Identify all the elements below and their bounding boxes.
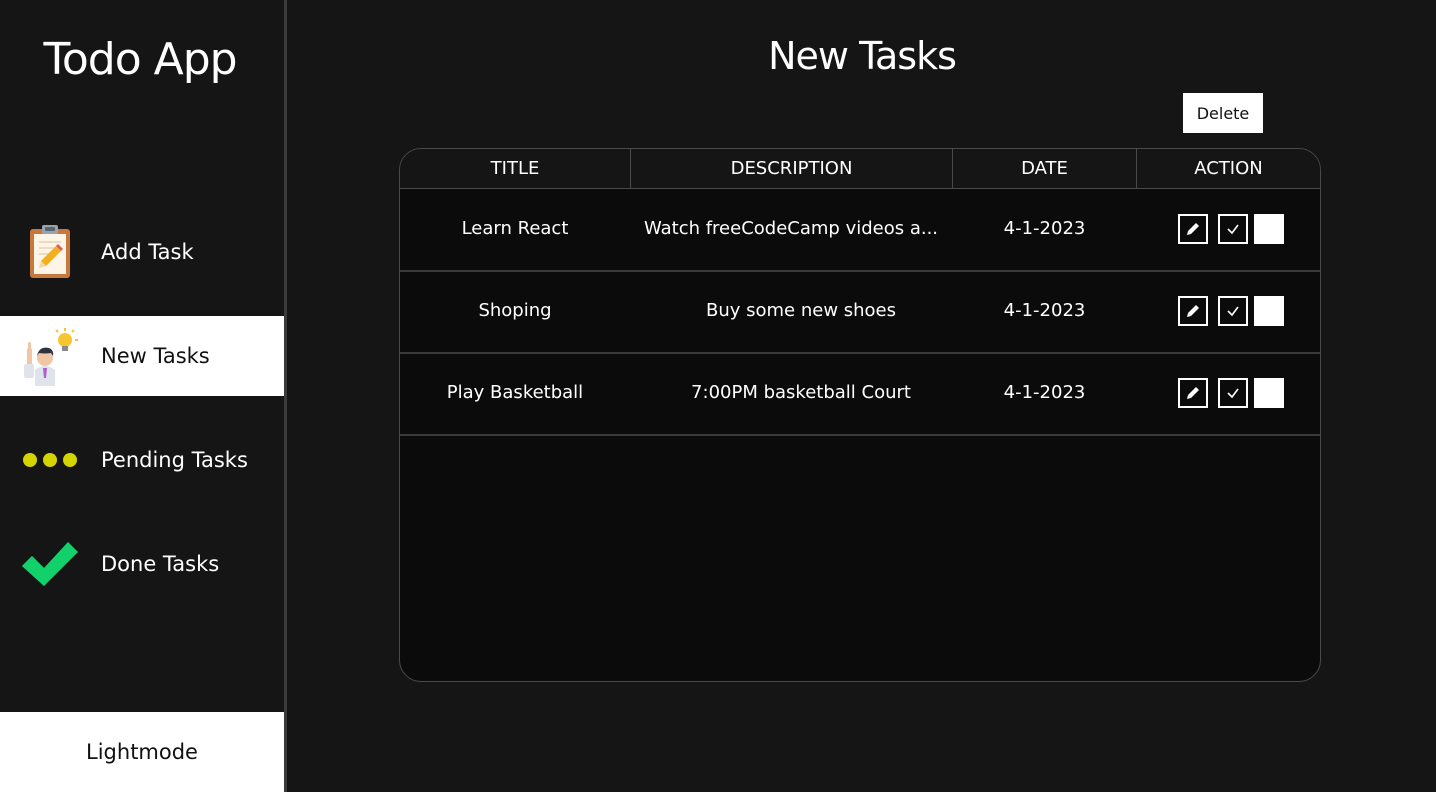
sidebar: Todo App Add Task New Tasks Pending Task… (0, 0, 287, 792)
task-description: Watch freeCodeCamp videos a... (643, 218, 939, 239)
task-date: 4-1-2023 (1003, 382, 1086, 403)
app-root: Todo App Add Task New Tasks Pending Task… (0, 0, 1436, 792)
idea-person-icon (20, 326, 80, 386)
complete-task-button[interactable] (1218, 214, 1248, 244)
edit-task-button[interactable] (1178, 378, 1208, 408)
column-header-date: DATE (1021, 158, 1068, 179)
three-dots-icon (20, 430, 80, 490)
task-title: Shoping (478, 300, 552, 321)
clipboard-pencil-icon (20, 222, 80, 282)
pencil-icon (1187, 305, 1199, 317)
task-date: 4-1-2023 (1003, 218, 1086, 239)
sidebar-item-label: New Tasks (101, 344, 210, 368)
select-task-checkbox[interactable] (1254, 296, 1284, 326)
table-header: TITLE DESCRIPTION DATE ACTION (400, 149, 1320, 189)
table-row: Shoping Buy some new shoes 4-1-2023 (400, 271, 1320, 354)
app-title: Todo App (43, 34, 237, 85)
check-icon (1227, 224, 1239, 235)
tasks-table: TITLE DESCRIPTION DATE ACTION Learn Reac… (399, 148, 1321, 682)
sidebar-item-label: Pending Tasks (101, 448, 248, 472)
edit-task-button[interactable] (1178, 296, 1208, 326)
check-icon (1227, 388, 1239, 399)
table-row: Learn React Watch freeCodeCamp videos a.… (400, 189, 1320, 272)
sidebar-item-pending-tasks[interactable]: Pending Tasks (0, 420, 284, 500)
task-date: 4-1-2023 (1003, 300, 1086, 321)
column-header-description: DESCRIPTION (730, 158, 853, 179)
row-actions (1178, 378, 1284, 408)
row-actions (1178, 214, 1284, 244)
pencil-icon (1187, 223, 1199, 235)
sidebar-item-label: Done Tasks (101, 552, 220, 576)
edit-task-button[interactable] (1178, 214, 1208, 244)
column-header-action: ACTION (1194, 158, 1263, 179)
table-row: Play Basketball 7:00PM basketball Court … (400, 353, 1320, 436)
sidebar-item-add-task[interactable]: Add Task (0, 212, 284, 292)
sidebar-item-done-tasks[interactable]: Done Tasks (0, 524, 284, 604)
task-description: 7:00PM basketball Court (691, 382, 911, 403)
check-icon (1227, 306, 1239, 317)
checkmark-icon (20, 534, 80, 594)
sidebar-item-new-tasks[interactable]: New Tasks (0, 316, 284, 396)
row-actions (1178, 296, 1284, 326)
complete-task-button[interactable] (1218, 296, 1248, 326)
lightmode-toggle-button[interactable]: Lightmode (0, 712, 284, 792)
select-task-checkbox[interactable] (1254, 378, 1284, 408)
select-task-checkbox[interactable] (1254, 214, 1284, 244)
sidebar-item-label: Add Task (101, 240, 194, 264)
page-title: New Tasks (768, 34, 957, 78)
task-title: Play Basketball (446, 382, 584, 403)
task-description: Buy some new shoes (705, 300, 897, 321)
delete-button[interactable]: Delete (1183, 93, 1263, 133)
complete-task-button[interactable] (1218, 378, 1248, 408)
column-header-title: TITLE (490, 158, 540, 179)
pencil-icon (1187, 387, 1199, 399)
task-title: Learn React (461, 218, 569, 239)
